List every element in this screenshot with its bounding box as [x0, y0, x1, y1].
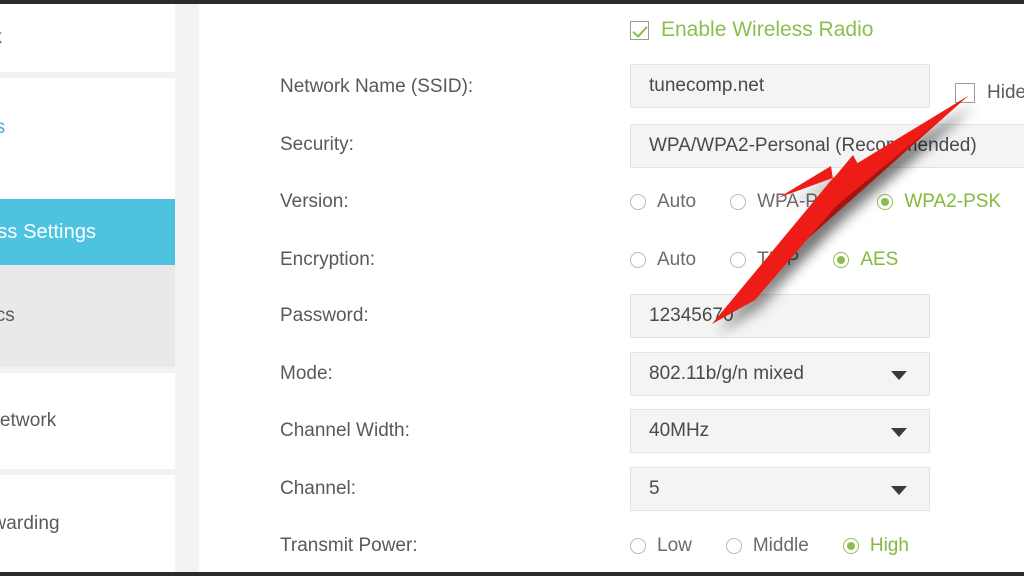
- enable-wireless-radio-checkbox[interactable]: Enable Wireless Radio: [630, 18, 873, 42]
- security-select[interactable]: WPA/WPA2-Personal (Recommended): [630, 124, 1024, 168]
- radio-power-high[interactable]: High: [843, 535, 909, 557]
- radio-unselected-icon: [630, 194, 646, 210]
- sidebar-content-gutter: [175, 4, 199, 572]
- radio-power-middle[interactable]: Middle: [726, 535, 809, 557]
- channel-value: 5: [649, 478, 660, 499]
- sidebar-item-guest-network[interactable]: Network: [0, 373, 175, 469]
- window-bottom-edge: [0, 572, 1024, 576]
- radio-encryption-aes[interactable]: AES: [833, 249, 898, 271]
- row-channel-width: Channel Width: 40MHz: [199, 416, 1024, 446]
- radio-encryption-auto[interactable]: Auto: [630, 249, 696, 271]
- row-security: Security: WPA/WPA2-Personal (Recommended…: [199, 130, 1024, 160]
- password-input[interactable]: 12345670: [630, 294, 930, 338]
- sidebar-item-label: ss: [0, 117, 5, 139]
- row-transmit-power: Transmit Power: Low Middle High: [199, 531, 1024, 561]
- chevron-down-icon[interactable]: [891, 486, 907, 495]
- ssid-input[interactable]: tunecomp.net: [630, 64, 930, 108]
- radio-encryption-tkip[interactable]: TKIP: [730, 249, 799, 271]
- radio-version-wpa2-psk[interactable]: WPA2-PSK: [877, 191, 1001, 213]
- row-channel: Channel: 5: [199, 474, 1024, 504]
- radio-version-wpa-psk[interactable]: WPA-PSK: [730, 191, 843, 213]
- sidebar-item-wireless-settings[interactable]: ess Settings: [0, 199, 175, 265]
- password-value: 12345670: [649, 305, 734, 326]
- row-version: Version: Auto WPA-PSK WPA2-PSK: [199, 187, 1024, 217]
- label-encryption: Encryption:: [280, 245, 375, 275]
- version-radio-group: Auto WPA-PSK WPA2-PSK: [630, 187, 1024, 217]
- mode-select[interactable]: 802.11b/g/n mixed: [630, 352, 930, 396]
- row-encryption: Encryption: Auto TKIP AES: [199, 245, 1024, 275]
- mode-value: 802.11b/g/n mixed: [649, 363, 804, 384]
- row-password: Password: 12345670: [199, 301, 1024, 331]
- channel-width-value: 40MHz: [649, 420, 709, 441]
- checkbox-checked-icon: [630, 21, 649, 40]
- radio-unselected-icon: [630, 252, 646, 268]
- sidebar-item-label: rk: [0, 27, 2, 49]
- window-top-edge: [0, 0, 1024, 4]
- enable-wireless-radio-label: Enable Wireless Radio: [661, 18, 873, 42]
- label-version: Version:: [280, 187, 349, 217]
- sidebar-item-network[interactable]: rk: [0, 4, 175, 72]
- radio-version-auto[interactable]: Auto: [630, 191, 696, 213]
- chevron-down-icon[interactable]: [891, 428, 907, 437]
- sidebar-item-wireless[interactable]: ss: [0, 78, 175, 177]
- radio-unselected-icon: [630, 538, 646, 554]
- transmit-power-radio-group: Low Middle High: [630, 531, 943, 561]
- label-password: Password:: [280, 301, 369, 331]
- radio-selected-icon: [877, 194, 893, 210]
- radio-label: Low: [657, 535, 692, 557]
- label-mode: Mode:: [280, 359, 333, 389]
- sidebar-item-label: Network: [0, 410, 56, 432]
- radio-label: Middle: [753, 535, 809, 557]
- label-security: Security:: [280, 130, 354, 160]
- row-ssid: Network Name (SSID): tunecomp.net Hide: [199, 72, 1024, 102]
- radio-unselected-icon: [730, 194, 746, 210]
- label-transmit-power: Transmit Power:: [280, 531, 418, 561]
- sidebar-item-label: tics: [0, 305, 15, 327]
- sidebar-item-nat-forwarding[interactable]: rwarding: [0, 475, 175, 572]
- radio-selected-icon: [833, 252, 849, 268]
- chevron-down-icon[interactable]: [891, 371, 907, 380]
- radio-unselected-icon: [726, 538, 742, 554]
- label-channel-width: Channel Width:: [280, 416, 410, 446]
- radio-power-low[interactable]: Low: [630, 535, 692, 557]
- radio-label: Auto: [657, 191, 696, 213]
- radio-label: AES: [860, 249, 898, 271]
- channel-width-select[interactable]: 40MHz: [630, 409, 930, 453]
- row-mode: Mode: 802.11b/g/n mixed: [199, 359, 1024, 389]
- channel-select[interactable]: 5: [630, 467, 930, 511]
- sidebar-item-label: ess Settings: [0, 221, 96, 244]
- radio-unselected-icon: [730, 252, 746, 268]
- radio-label: Auto: [657, 249, 696, 271]
- radio-label: High: [870, 535, 909, 557]
- radio-label: WPA2-PSK: [904, 191, 1001, 213]
- sidebar-navigation: rk ss ess Settings tics Network rwarding: [0, 4, 175, 572]
- wireless-settings-form: Enable Wireless Radio Network Name (SSID…: [199, 4, 1024, 572]
- radio-label: TKIP: [757, 249, 799, 271]
- radio-label: WPA-PSK: [757, 191, 843, 213]
- router-admin-screen: rk ss ess Settings tics Network rwarding…: [0, 0, 1024, 576]
- label-channel: Channel:: [280, 474, 356, 504]
- encryption-radio-group: Auto TKIP AES: [630, 245, 932, 275]
- sidebar-item-statistics[interactable]: tics: [0, 265, 175, 367]
- label-ssid: Network Name (SSID):: [280, 72, 473, 102]
- radio-selected-icon: [843, 538, 859, 554]
- ssid-value: tunecomp.net: [649, 75, 764, 96]
- checkbox-unchecked-icon: [955, 83, 975, 103]
- hide-ssid-label: Hide: [987, 82, 1024, 104]
- security-value: WPA/WPA2-Personal (Recommended): [649, 135, 977, 156]
- hide-ssid-checkbox[interactable]: Hide: [955, 82, 1024, 104]
- sidebar-item-label: rwarding: [0, 513, 60, 535]
